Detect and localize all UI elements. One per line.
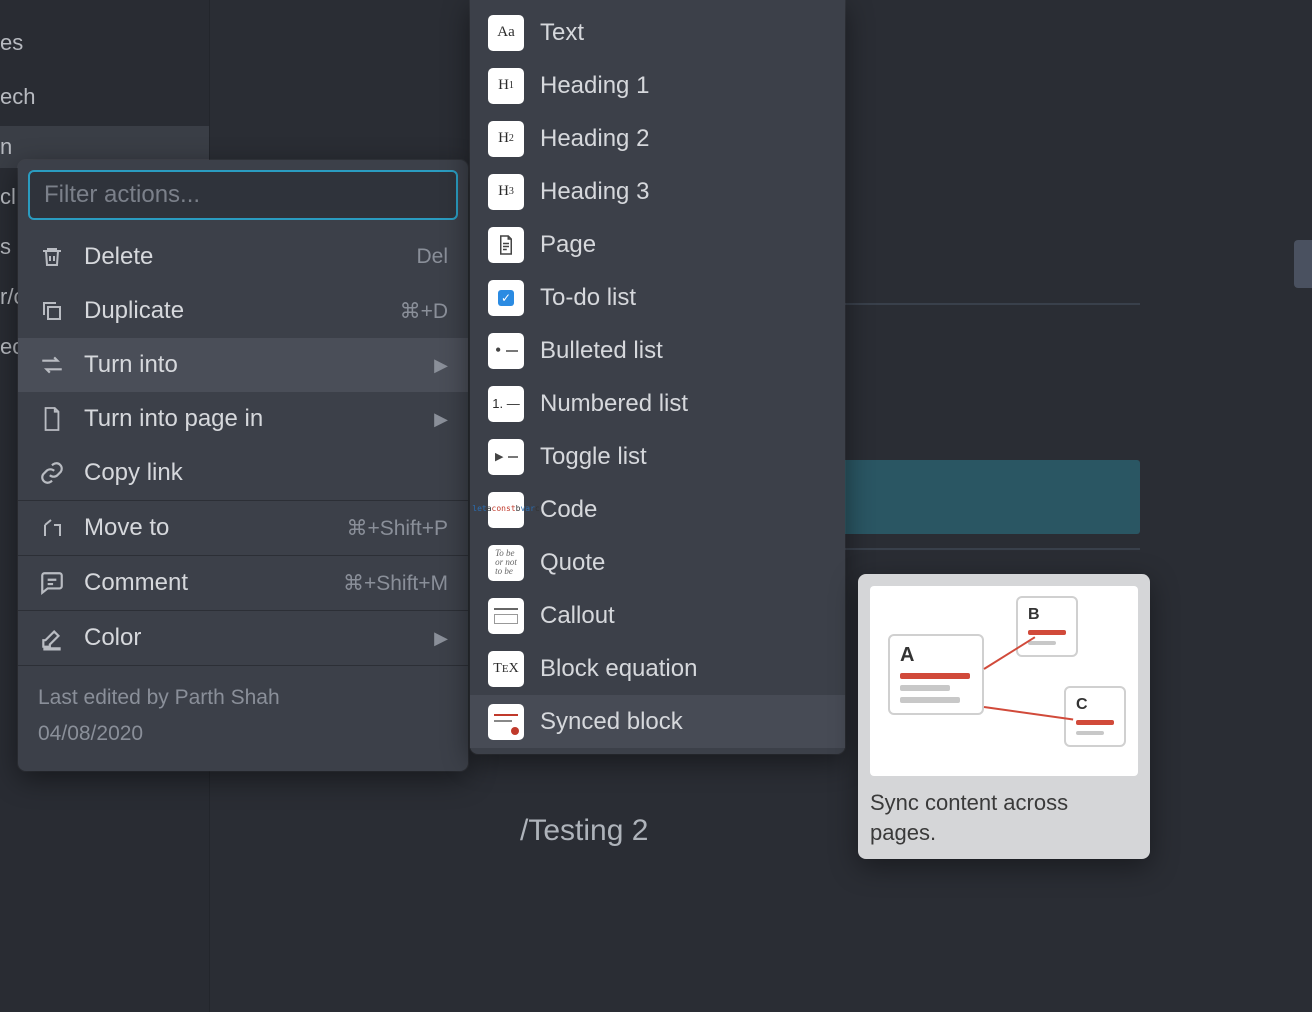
turn-into-option-todo-list[interactable]: To-do list xyxy=(470,271,845,324)
option-label: Heading 3 xyxy=(540,178,649,206)
preview-card-letter: A xyxy=(900,644,972,667)
menu-item-turn-into-page-in[interactable]: Turn into page in ▶ xyxy=(18,392,468,446)
synced-block-tile-icon xyxy=(488,704,524,740)
quote-tile-icon: To beor notto be xyxy=(488,545,524,581)
turn-into-icon xyxy=(38,351,66,379)
option-label: Callout xyxy=(540,602,615,630)
todo-tile-icon xyxy=(488,280,524,316)
menu-item-color[interactable]: Color ▶ xyxy=(18,611,468,665)
menu-item-copy-link[interactable]: Copy link xyxy=(18,446,468,500)
menu-item-shortcut: Del xyxy=(416,245,448,269)
comment-icon xyxy=(38,569,66,597)
option-label: Block equation xyxy=(540,655,697,683)
chevron-right-icon: ▶ xyxy=(434,355,448,376)
chevron-right-icon: ▶ xyxy=(434,409,448,430)
menu-item-move-to[interactable]: Move to ⌘+Shift+P xyxy=(18,501,468,555)
page-icon xyxy=(38,405,66,433)
tex-tile-icon: TEX xyxy=(488,651,524,687)
option-label: Page xyxy=(540,231,596,259)
toggle-tile-icon xyxy=(488,439,524,475)
turn-into-option-callout[interactable]: Callout xyxy=(470,589,845,642)
menu-item-delete[interactable]: Delete Del xyxy=(18,230,468,284)
code-tile-icon: let aconst bvar c xyxy=(488,492,524,528)
turn-into-option-toggle-list[interactable]: Toggle list xyxy=(470,430,845,483)
sidebar-item[interactable]: ech xyxy=(0,76,209,118)
menu-item-duplicate[interactable]: Duplicate ⌘+D xyxy=(18,284,468,338)
filter-actions-input[interactable] xyxy=(28,170,458,220)
option-label: Numbered list xyxy=(540,390,688,418)
option-label: Heading 1 xyxy=(540,72,649,100)
menu-item-shortcut: ⌘+Shift+M xyxy=(343,571,448,596)
menu-item-shortcut: ⌘+D xyxy=(400,299,448,324)
option-label: Bulleted list xyxy=(540,337,663,365)
numbered-tile-icon: 1. — xyxy=(488,386,524,422)
option-label: To-do list xyxy=(540,284,636,312)
trash-icon xyxy=(38,243,66,271)
menu-item-label: Delete xyxy=(84,243,416,271)
turn-into-option-synced-block[interactable]: Synced block xyxy=(470,695,845,748)
h1-tile-icon: H1 xyxy=(488,68,524,104)
bulleted-tile-icon xyxy=(488,333,524,369)
option-label: Toggle list xyxy=(540,443,647,471)
turn-into-option-heading-3[interactable]: H3 Heading 3 xyxy=(470,165,845,218)
option-label: Text xyxy=(540,19,584,47)
page-tile-icon xyxy=(488,227,524,263)
option-label: Heading 2 xyxy=(540,125,649,153)
slash-command-text: /Testing 2 xyxy=(520,814,648,848)
turn-into-submenu: Aa Text H1 Heading 1 H2 Heading 2 H3 Hea… xyxy=(470,0,845,754)
turn-into-option-text[interactable]: Aa Text xyxy=(470,6,845,59)
menu-item-label: Move to xyxy=(84,514,346,542)
menu-item-label: Turn into xyxy=(84,351,434,379)
turn-into-option-code[interactable]: let aconst bvar c Code xyxy=(470,483,845,536)
preview-illustration: A B C xyxy=(870,586,1138,776)
block-context-menu: Delete Del Duplicate ⌘+D Turn into ▶ Tur… xyxy=(18,160,468,771)
h3-tile-icon: H3 xyxy=(488,174,524,210)
turn-into-option-numbered-list[interactable]: 1. — Numbered list xyxy=(470,377,845,430)
menu-item-turn-into[interactable]: Turn into ▶ xyxy=(18,338,468,392)
preview-description: Sync content across pages. xyxy=(870,788,1138,847)
turn-into-option-bulleted-list[interactable]: Bulleted list xyxy=(470,324,845,377)
menu-item-label: Color xyxy=(84,624,434,652)
block-preview-tooltip: A B C Sync content across pages. xyxy=(858,574,1150,859)
move-icon xyxy=(38,514,66,542)
turn-into-option-quote[interactable]: To beor notto be Quote xyxy=(470,536,845,589)
option-label: Code xyxy=(540,496,597,524)
turn-into-option-page[interactable]: Page xyxy=(470,218,845,271)
duplicate-icon xyxy=(38,297,66,325)
option-label: Quote xyxy=(540,549,605,577)
preview-card-letter: C xyxy=(1076,696,1114,714)
h2-tile-icon: H2 xyxy=(488,121,524,157)
sidebar-item[interactable]: es xyxy=(0,22,209,64)
last-edited-by: Last edited by Parth Shah xyxy=(38,680,448,716)
menu-item-label: Copy link xyxy=(84,459,448,487)
turn-into-option-block-equation[interactable]: TEX Block equation xyxy=(470,642,845,695)
link-icon xyxy=(38,459,66,487)
turn-into-option-heading-2[interactable]: H2 Heading 2 xyxy=(470,112,845,165)
text-tile-icon: Aa xyxy=(488,15,524,51)
menu-item-label: Duplicate xyxy=(84,297,400,325)
last-edited-date: 04/08/2020 xyxy=(38,716,448,752)
turn-into-option-heading-1[interactable]: H1 Heading 1 xyxy=(470,59,845,112)
color-icon xyxy=(38,624,66,652)
menu-item-comment[interactable]: Comment ⌘+Shift+M xyxy=(18,556,468,610)
callout-tile-icon xyxy=(488,598,524,634)
menu-footer: Last edited by Parth Shah 04/08/2020 xyxy=(18,666,468,771)
scrollbar-thumb[interactable] xyxy=(1294,240,1312,288)
menu-item-label: Comment xyxy=(84,569,343,597)
preview-card-letter: B xyxy=(1028,606,1066,624)
chevron-right-icon: ▶ xyxy=(434,628,448,649)
menu-item-shortcut: ⌘+Shift+P xyxy=(346,516,448,541)
menu-item-label: Turn into page in xyxy=(84,405,434,433)
option-label: Synced block xyxy=(540,708,683,736)
